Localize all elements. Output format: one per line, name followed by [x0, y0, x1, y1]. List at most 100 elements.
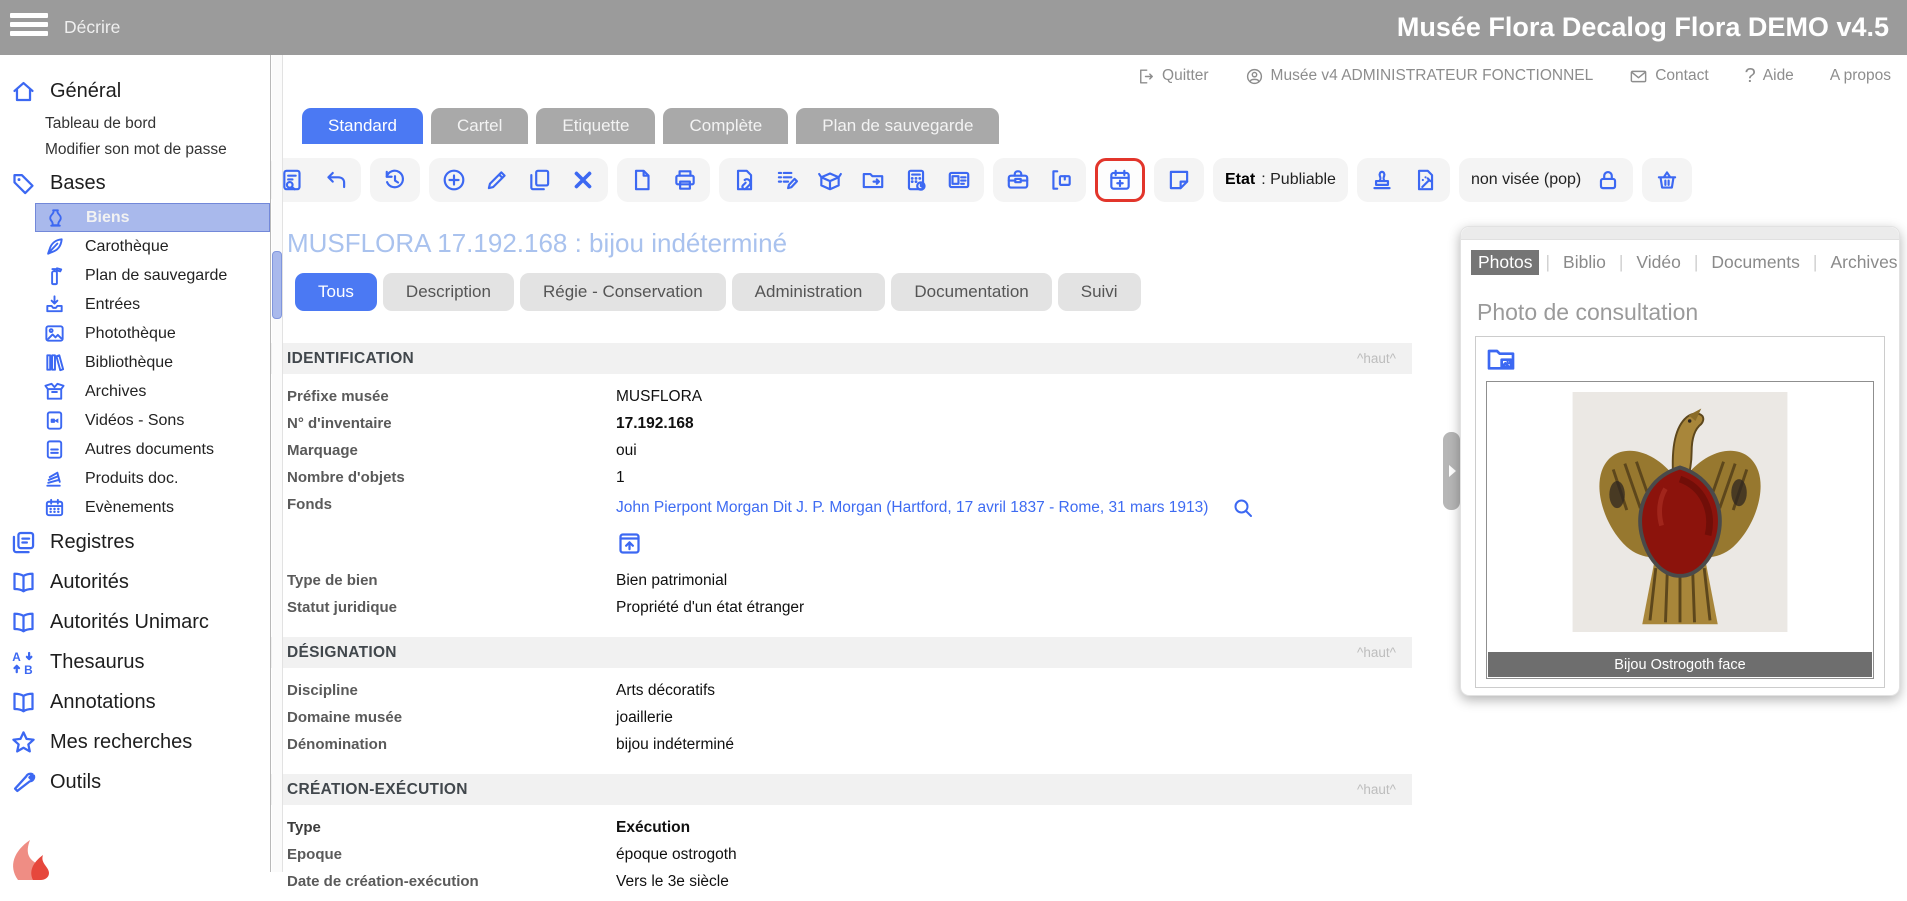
loan-box-icon[interactable]	[1048, 167, 1074, 193]
tab-standard[interactable]: Standard	[302, 108, 423, 144]
new-document-icon[interactable]	[629, 167, 655, 193]
subtab-tous[interactable]: Tous	[295, 273, 377, 311]
media-tab-photos[interactable]: Photos	[1471, 250, 1539, 275]
lock-icon[interactable]	[1595, 167, 1621, 193]
sidebar-item-evenements[interactable]: Evènements	[35, 493, 270, 522]
sidebar-item-outils[interactable]: Outils	[0, 762, 270, 802]
media-tab-video[interactable]: Vidéo	[1629, 250, 1687, 275]
back-to-top-link[interactable]: ^haut^	[1357, 351, 1396, 366]
history-icon[interactable]	[382, 167, 408, 193]
subtab-regie-conservation[interactable]: Régie - Conservation	[520, 273, 726, 311]
topbar-menu-decrire[interactable]: Décrire	[64, 0, 120, 55]
sidebar-item-bibliotheque[interactable]: Bibliothèque	[35, 348, 270, 377]
sidebar-item-carotheque[interactable]: Carothèque	[35, 232, 270, 261]
stamp-icon[interactable]	[1369, 167, 1395, 193]
subtab-description[interactable]: Description	[383, 273, 514, 311]
id-card-icon[interactable]	[946, 167, 972, 193]
contact-link[interactable]: Contact	[1629, 67, 1708, 86]
basket-icon[interactable]	[1654, 167, 1680, 193]
sidebar-item-biens[interactable]: Biens	[35, 203, 270, 232]
user-menu[interactable]: Musée v4 ADMINISTRATEUR FONCTIONNEL	[1245, 67, 1594, 86]
sidebar-item-archives[interactable]: Archives	[35, 377, 270, 406]
subtab-administration[interactable]: Administration	[732, 273, 886, 311]
fonds-link[interactable]: John Pierpont Morgan Dit J. P. Morgan (H…	[616, 499, 1208, 516]
move-folder-icon[interactable]	[860, 167, 886, 193]
field-row: Nombre d'objets1	[268, 464, 1412, 491]
subtab-documentation[interactable]: Documentation	[891, 273, 1051, 311]
photo-panel-heading: Photo de consultation	[1477, 299, 1899, 326]
sidebar-item-tableau-de-bord[interactable]: Tableau de bord	[0, 111, 270, 137]
results-list-icon[interactable]	[280, 167, 306, 193]
sidebar-item-videos-sons[interactable]: Vidéos - Sons	[35, 406, 270, 435]
hamburger-menu-icon[interactable]	[10, 13, 48, 40]
mail-icon	[1629, 67, 1648, 86]
back-to-top-link[interactable]: ^haut^	[1357, 782, 1396, 797]
main-content: Standard Cartel Etiquette Complète Plan …	[268, 55, 1412, 901]
quitter-link[interactable]: Quitter	[1136, 67, 1209, 86]
print-icon[interactable]	[672, 167, 698, 193]
sidebar-item-annotations[interactable]: Annotations	[0, 682, 270, 722]
media-tab-biblio[interactable]: Biblio	[1556, 250, 1613, 275]
tab-complete[interactable]: Complète	[663, 108, 788, 144]
sidebar-label: Autorités Unimarc	[50, 611, 209, 634]
sidebar-scrollbar[interactable]	[272, 55, 283, 872]
tab-etiquette[interactable]: Etiquette	[536, 108, 655, 144]
sidebar-item-autorites[interactable]: Autorités	[0, 562, 270, 602]
toolbar-group-print	[617, 158, 710, 202]
tab-plan-de-sauvegarde[interactable]: Plan de sauvegarde	[796, 108, 999, 144]
subtab-suivi[interactable]: Suivi	[1058, 273, 1141, 311]
sidebar-item-bases[interactable]: Bases	[0, 163, 270, 203]
sidebar-item-autorites-unimarc[interactable]: Autorités Unimarc	[0, 602, 270, 642]
sidebar-item-modifier-mot-de-passe[interactable]: Modifier son mot de passe	[0, 137, 270, 163]
stamp-document-icon[interactable]	[1412, 167, 1438, 193]
panel-collapse-handle[interactable]	[1443, 432, 1460, 510]
object-photo[interactable]	[1569, 392, 1791, 632]
folder-image-icon[interactable]	[1485, 343, 1517, 375]
tab-cartel[interactable]: Cartel	[431, 108, 528, 144]
aide-link[interactable]: ? Aide	[1745, 65, 1794, 88]
sidebar-item-mes-recherches[interactable]: Mes recherches	[0, 722, 270, 762]
back-icon[interactable]	[323, 167, 349, 193]
star-icon	[10, 729, 37, 756]
question-icon: ?	[1745, 65, 1756, 88]
add-icon[interactable]	[441, 167, 467, 193]
panel-drag-strip[interactable]	[1461, 227, 1899, 240]
sidebar-label: Général	[50, 80, 121, 103]
field-value: bijou indéterminé	[616, 736, 1412, 754]
duplicate-icon[interactable]	[527, 167, 553, 193]
sidebar-item-registres[interactable]: Registres	[0, 522, 270, 562]
open-window-icon[interactable]	[616, 530, 643, 557]
attach-document-icon[interactable]	[731, 167, 757, 193]
apropos-link[interactable]: A propos	[1830, 67, 1891, 85]
media-tab-documents[interactable]: Documents	[1704, 250, 1807, 275]
sidebar-item-phototheque[interactable]: Photothèque	[35, 319, 270, 348]
etat-status-chip[interactable]: Etat : Publiable	[1213, 158, 1348, 202]
inventory-icon[interactable]	[903, 167, 929, 193]
section-title: DÉSIGNATION	[287, 644, 397, 662]
scrollbar-thumb[interactable]	[272, 251, 282, 319]
package-icon[interactable]	[817, 167, 843, 193]
field-value: MUSFLORA	[616, 388, 1412, 406]
sidebar-item-produits-doc[interactable]: Produits doc.	[35, 464, 270, 493]
search-icon[interactable]	[1231, 496, 1255, 520]
tab-separator: |	[1813, 252, 1818, 273]
field-row: Préfixe muséeMUSFLORA	[268, 383, 1412, 410]
toolbar-group-movement	[993, 158, 1086, 202]
sidebar-item-thesaurus[interactable]: AB Thesaurus	[0, 642, 270, 682]
note-icon[interactable]	[1166, 167, 1192, 193]
calendar-plus-icon[interactable]	[1107, 167, 1133, 193]
sidebar-item-autres-documents[interactable]: Autres documents	[35, 435, 270, 464]
media-tab-archives[interactable]: Archives	[1823, 250, 1904, 275]
back-to-top-link[interactable]: ^haut^	[1357, 645, 1396, 660]
case-icon[interactable]	[1005, 167, 1031, 193]
edit-list-icon[interactable]	[774, 167, 800, 193]
sidebar-label: Autres documents	[85, 441, 214, 459]
delete-x-icon[interactable]	[570, 167, 596, 193]
visa-status-chip[interactable]: non visée (pop)	[1459, 158, 1633, 202]
sidebar-item-entrees[interactable]: Entrées	[35, 290, 270, 319]
sidebar-item-general[interactable]: Général	[0, 71, 270, 111]
video-doc-icon	[43, 409, 66, 432]
edit-pencil-icon[interactable]	[484, 167, 510, 193]
sidebar-item-plan-de-sauvegarde[interactable]: Plan de sauvegarde	[35, 261, 270, 290]
toolbar-group-edit	[429, 158, 608, 202]
